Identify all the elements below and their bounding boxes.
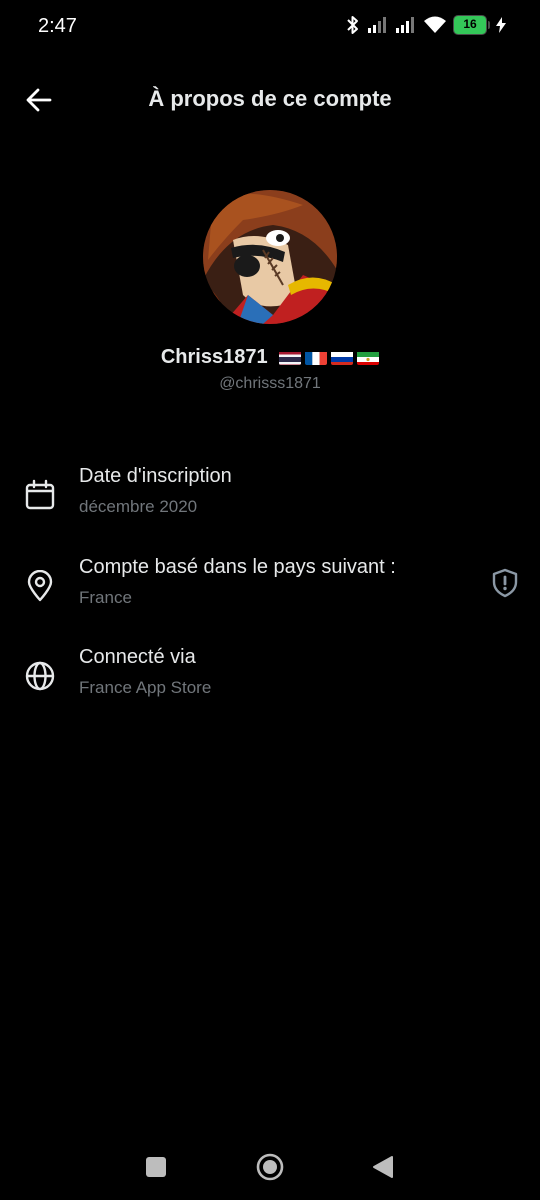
info-value: décembre 2020 bbox=[79, 497, 198, 516]
shield-alert-icon[interactable] bbox=[490, 568, 520, 598]
wifi-icon bbox=[424, 16, 446, 33]
info-title: Date d'inscription bbox=[79, 465, 232, 487]
signal-icon bbox=[368, 17, 386, 33]
home-button[interactable] bbox=[256, 1153, 284, 1186]
system-back-button[interactable] bbox=[372, 1155, 394, 1184]
info-value: France bbox=[79, 588, 132, 607]
bluetooth-icon bbox=[347, 16, 358, 34]
info-item-connected-via: Connecté via France App Store bbox=[0, 646, 540, 716]
top-app-bar: À propos de ce compte bbox=[0, 66, 540, 134]
user-handle: @chrisss1871 bbox=[219, 375, 321, 392]
profile-picture bbox=[203, 190, 337, 324]
iran-flag-icon bbox=[357, 350, 380, 366]
charging-icon bbox=[496, 17, 506, 33]
info-item-join-date: Date d'inscription décembre 2020 bbox=[0, 465, 540, 535]
battery-level: 16 bbox=[463, 17, 477, 31]
info-item-country: Compte basé dans le pays suivant : Franc… bbox=[0, 556, 540, 626]
globe-icon bbox=[25, 661, 55, 691]
info-title: Connecté via bbox=[79, 646, 196, 668]
square-icon bbox=[146, 1157, 166, 1177]
display-name: Chriss1871 bbox=[160, 346, 268, 368]
info-title: Compte basé dans le pays suivant : bbox=[79, 556, 396, 578]
status-time: 2:47 bbox=[38, 15, 77, 37]
signal-icon-2 bbox=[396, 17, 414, 33]
page-title: À propos de ce compte bbox=[148, 86, 392, 111]
thailand-flag-icon bbox=[279, 350, 302, 366]
info-value: France App Store bbox=[79, 678, 212, 697]
recents-button[interactable] bbox=[146, 1157, 166, 1182]
circle-icon bbox=[256, 1153, 284, 1181]
france-flag-icon bbox=[305, 350, 328, 366]
display-name-row: Chriss1871 bbox=[0, 346, 540, 369]
avatar[interactable] bbox=[203, 190, 337, 324]
system-navigation-bar bbox=[0, 1130, 540, 1200]
russia-flag-icon bbox=[331, 350, 354, 366]
location-pin-icon bbox=[27, 570, 53, 602]
status-icons: 16 bbox=[345, 14, 506, 36]
battery-indicator: 16 bbox=[453, 15, 490, 35]
calendar-icon bbox=[25, 479, 55, 510]
status-bar: 2:47 16 bbox=[0, 0, 540, 52]
flag-emojis bbox=[279, 350, 380, 366]
triangle-back-icon bbox=[373, 1156, 393, 1178]
